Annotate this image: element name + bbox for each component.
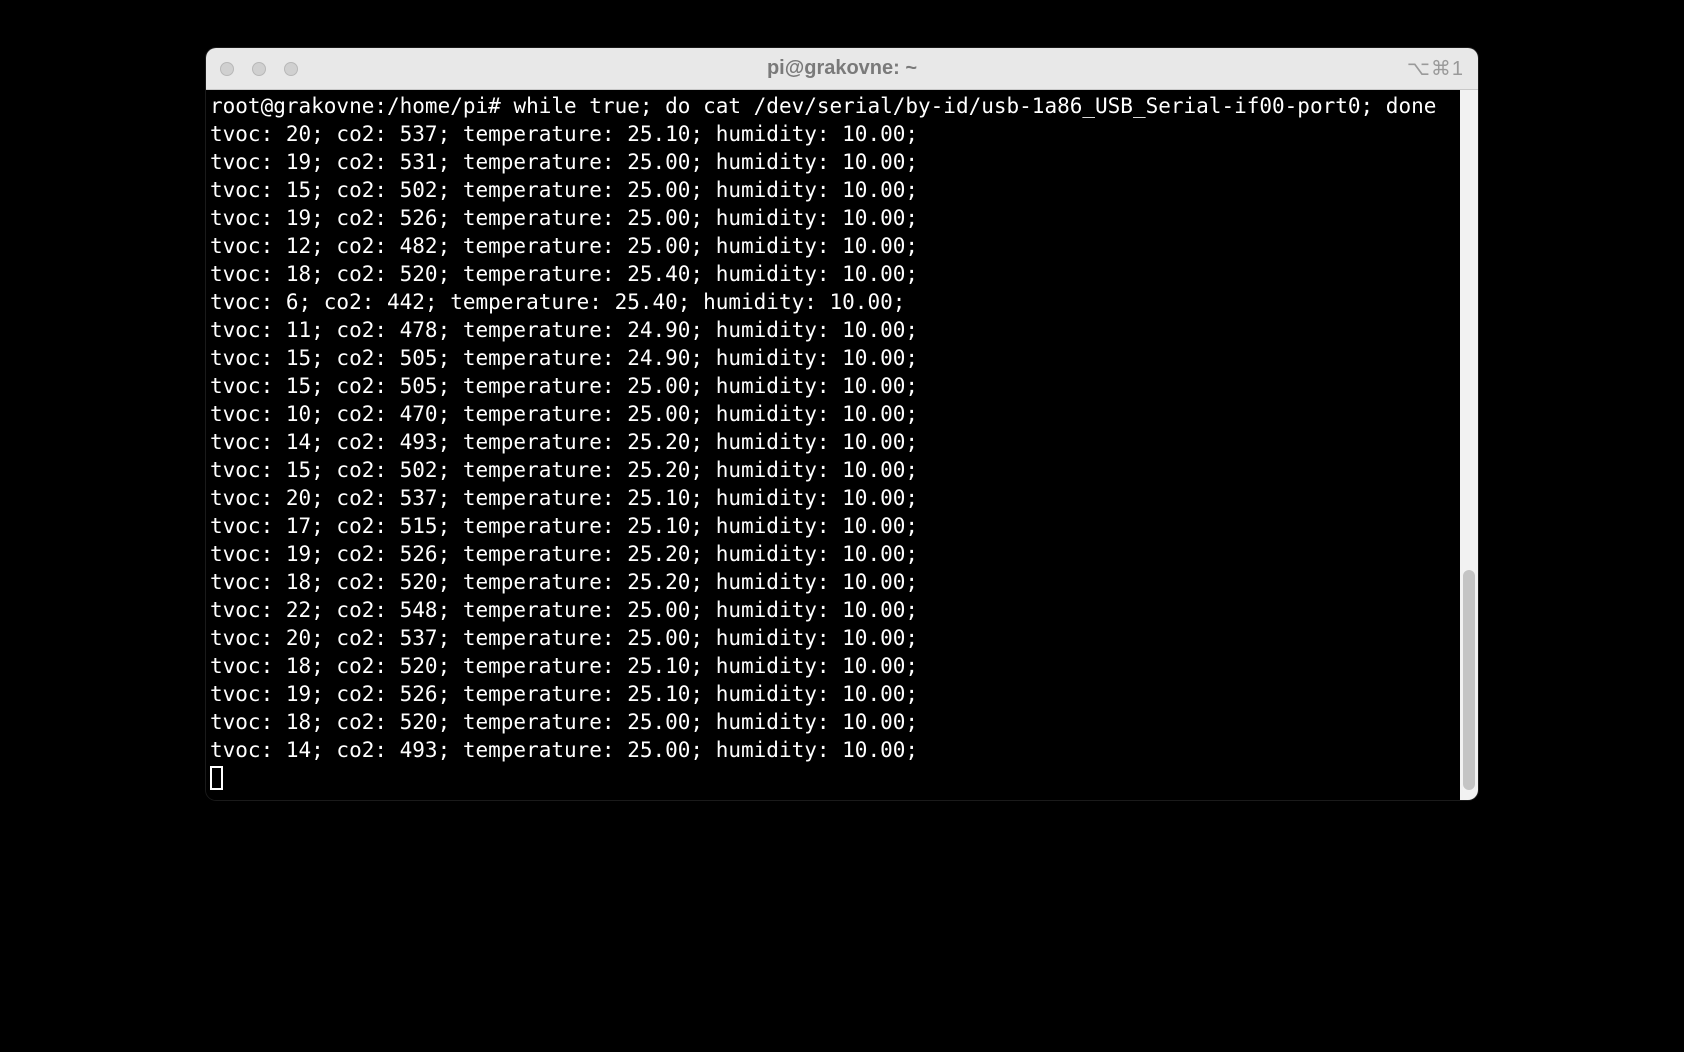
terminal-content[interactable]: root@grakovne:/home/pi# while true; do c… [206, 90, 1460, 800]
output-line: tvoc: 18; co2: 520; temperature: 25.20; … [210, 568, 1456, 596]
output-line: tvoc: 14; co2: 493; temperature: 25.00; … [210, 736, 1456, 764]
output-line: tvoc: 19; co2: 526; temperature: 25.10; … [210, 680, 1456, 708]
output-line: tvoc: 22; co2: 548; temperature: 25.00; … [210, 596, 1456, 624]
output-line: tvoc: 19; co2: 526; temperature: 25.20; … [210, 540, 1456, 568]
window-title: pi@grakovne: ~ [767, 57, 917, 80]
close-button[interactable] [220, 62, 234, 76]
output-line: tvoc: 20; co2: 537; temperature: 25.00; … [210, 624, 1456, 652]
output-line: tvoc: 15; co2: 502; temperature: 25.20; … [210, 456, 1456, 484]
output-line: tvoc: 15; co2: 505; temperature: 24.90; … [210, 344, 1456, 372]
output-line: tvoc: 15; co2: 502; temperature: 25.00; … [210, 176, 1456, 204]
maximize-button[interactable] [284, 62, 298, 76]
output-line: tvoc: 12; co2: 482; temperature: 25.00; … [210, 232, 1456, 260]
terminal-window: pi@grakovne: ~ ⌥⌘1 root@grakovne:/home/p… [206, 48, 1478, 800]
output-line: tvoc: 6; co2: 442; temperature: 25.40; h… [210, 288, 1456, 316]
terminal-body: root@grakovne:/home/pi# while true; do c… [206, 90, 1478, 800]
command: while true; do cat /dev/serial/by-id/usb… [513, 94, 1436, 118]
scrollbar-thumb[interactable] [1463, 570, 1475, 790]
output-line: tvoc: 17; co2: 515; temperature: 25.10; … [210, 512, 1456, 540]
output-line: tvoc: 15; co2: 505; temperature: 25.00; … [210, 372, 1456, 400]
scrollbar-track[interactable] [1460, 90, 1478, 800]
window-shortcut: ⌥⌘1 [1407, 56, 1464, 81]
output-line: tvoc: 18; co2: 520; temperature: 25.10; … [210, 652, 1456, 680]
command-line: root@grakovne:/home/pi# while true; do c… [210, 92, 1456, 120]
output-line: tvoc: 19; co2: 531; temperature: 25.00; … [210, 148, 1456, 176]
output-line: tvoc: 18; co2: 520; temperature: 25.00; … [210, 708, 1456, 736]
prompt: root@grakovne:/home/pi# [210, 94, 513, 118]
output-line: tvoc: 11; co2: 478; temperature: 24.90; … [210, 316, 1456, 344]
output-line: tvoc: 18; co2: 520; temperature: 25.40; … [210, 260, 1456, 288]
cursor-icon [210, 766, 223, 790]
output-line: tvoc: 19; co2: 526; temperature: 25.00; … [210, 204, 1456, 232]
output-line: tvoc: 14; co2: 493; temperature: 25.20; … [210, 428, 1456, 456]
output-line: tvoc: 10; co2: 470; temperature: 25.00; … [210, 400, 1456, 428]
output-line: tvoc: 20; co2: 537; temperature: 25.10; … [210, 484, 1456, 512]
minimize-button[interactable] [252, 62, 266, 76]
titlebar[interactable]: pi@grakovne: ~ ⌥⌘1 [206, 48, 1478, 90]
traffic-lights [220, 62, 298, 76]
output-line: tvoc: 20; co2: 537; temperature: 25.10; … [210, 120, 1456, 148]
